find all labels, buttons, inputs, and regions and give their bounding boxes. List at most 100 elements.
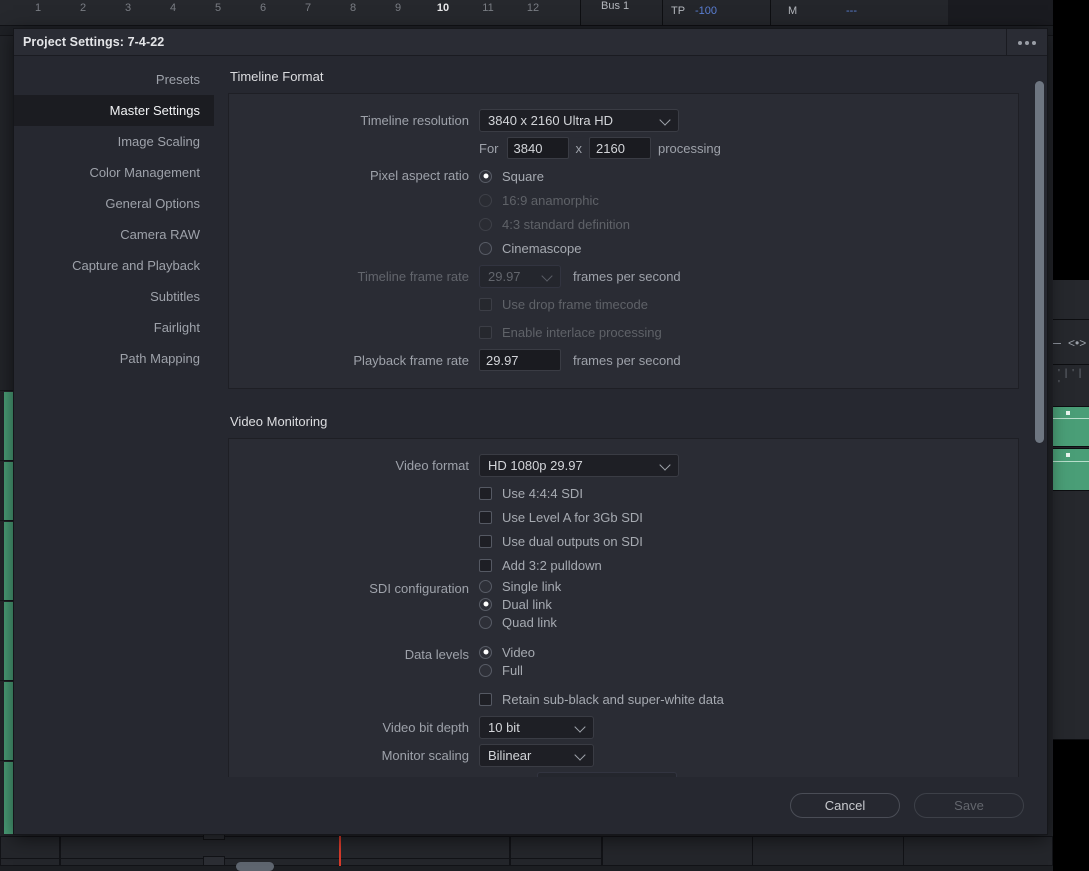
dialog-footer: Cancel Save (14, 777, 1047, 834)
sidebar-item-capture-and-playback[interactable]: Capture and Playback (14, 250, 214, 281)
playback-frame-rate-input[interactable]: 29.97 (479, 349, 561, 371)
radio-icon[interactable] (479, 169, 492, 183)
checkbox-icon[interactable] (479, 325, 492, 339)
enable-interlace-processing-checkbox-row[interactable]: Enable interlace processing (479, 325, 662, 340)
sidebar-item-camera-raw[interactable]: Camera RAW (14, 219, 214, 250)
video-bit-depth-dropdown[interactable]: 10 bit (479, 715, 594, 739)
radio-icon[interactable] (479, 663, 492, 677)
sidebar-item-presets[interactable]: Presets (14, 64, 214, 95)
data-levels-option-video[interactable]: Video (479, 643, 535, 661)
timeline-frame-rate-dropdown[interactable]: 29.97 (479, 264, 561, 288)
use-dual-outputs-sdi-checkbox-row[interactable]: Use dual outputs on SDI (479, 534, 643, 549)
x-label: x (575, 140, 583, 156)
checkbox-icon[interactable] (479, 558, 492, 572)
audio-clip[interactable] (4, 522, 13, 600)
radio-icon[interactable] (479, 217, 492, 231)
sdi-option-quad-link[interactable]: Quad link (479, 613, 561, 631)
section-title-timeline-format: Timeline Format (230, 69, 324, 84)
audio-clip[interactable] (1053, 449, 1089, 491)
audio-clip[interactable] (4, 462, 13, 520)
timeline-ruler[interactable]: 1 2 3 4 5 6 7 8 9 10 11 12 (0, 0, 580, 26)
sdi-option-dual-link[interactable]: Dual link (479, 595, 561, 613)
frames-per-second-label: frames per second (573, 268, 681, 284)
track-head[interactable] (0, 836, 60, 866)
timeline-resolution-dropdown[interactable]: 3840 x 2160 Ultra HD (479, 108, 679, 132)
checkbox-icon[interactable] (479, 510, 492, 524)
radio-icon[interactable] (479, 615, 492, 629)
monitor-scaling-label: Monitor scaling (381, 747, 469, 763)
mixer-strip-bus1[interactable]: Bus 1 (580, 0, 662, 26)
timeline-lane[interactable] (602, 836, 1053, 866)
timeline-resolution-label: Timeline resolution (360, 112, 469, 128)
track-panel[interactable] (1053, 491, 1089, 740)
pixel-aspect-option-square[interactable]: Square (479, 164, 630, 188)
sidebar-item-fairlight[interactable]: Fairlight (14, 312, 214, 343)
track-body[interactable] (60, 836, 510, 866)
audio-clip[interactable] (1053, 407, 1089, 447)
matrix-value: Rec.601 (546, 776, 649, 778)
sidebar-item-subtitles[interactable]: Subtitles (14, 281, 214, 312)
option-label: Single link (502, 578, 562, 594)
checkbox-icon[interactable] (479, 486, 492, 500)
retain-sub-black-checkbox-row[interactable]: Retain sub-black and super-white data (479, 692, 724, 707)
checkbox-icon[interactable] (479, 692, 492, 706)
cancel-button[interactable]: Cancel (790, 793, 900, 818)
track-controls[interactable] (510, 836, 602, 866)
ruler-tick: 2 (79, 2, 87, 14)
monitor-scaling-dropdown[interactable]: Bilinear (479, 743, 594, 767)
sdi-option-single-link[interactable]: Single link (479, 577, 561, 595)
pixel-aspect-option-cinemascope[interactable]: Cinemascope (479, 236, 630, 260)
video-bit-depth-label: Video bit depth (382, 719, 470, 735)
dialog-titlebar[interactable]: Project Settings: 7-4-22 (14, 29, 1047, 56)
for-label: For (479, 140, 499, 156)
mixer-strip-m[interactable]: M --- (770, 0, 948, 26)
mixer-label: TP (671, 5, 686, 17)
use-444-sdi-checkbox-row[interactable]: Use 4:4:4 SDI (479, 486, 583, 501)
horizontal-scrollbar-thumb[interactable] (236, 862, 274, 871)
timeline-width-input[interactable]: 3840 (506, 137, 569, 159)
use-drop-frame-timecode-checkbox-row[interactable]: Use drop frame timecode (479, 297, 648, 312)
ruler-tick: 4 (169, 2, 177, 14)
track-toggle[interactable] (203, 856, 225, 866)
radio-icon[interactable] (479, 597, 492, 611)
checkbox-icon[interactable] (479, 534, 492, 548)
pixel-aspect-option-16-9-anamorphic[interactable]: 16:9 anamorphic (479, 188, 630, 212)
mixer-strip-tp[interactable]: TP -100 (662, 0, 770, 26)
video-bit-depth-value: 10 bit (488, 719, 520, 735)
pixel-aspect-option-4-3-standard-definition[interactable]: 4:3 standard definition (479, 212, 630, 236)
sidebar-item-image-scaling[interactable]: Image Scaling (14, 126, 214, 157)
timeline-height-input[interactable]: 2160 (589, 137, 651, 159)
ellipsis-icon[interactable] (1006, 29, 1047, 56)
settings-scrollbar-thumb[interactable] (1035, 81, 1044, 443)
data-levels-option-full[interactable]: Full (479, 661, 535, 679)
radio-icon[interactable] (479, 579, 492, 593)
checkbox-icon[interactable] (479, 776, 492, 777)
sidebar-item-path-mapping[interactable]: Path Mapping (14, 343, 214, 374)
radio-icon[interactable] (479, 645, 492, 659)
radio-icon[interactable] (479, 193, 492, 207)
data-levels-label: Data levels (404, 647, 469, 662)
screen: 1 2 3 4 5 6 7 8 9 10 11 12 Bus 1 TP -100… (0, 0, 1089, 871)
ruler-tick: 7 (304, 2, 312, 14)
save-button[interactable]: Save (914, 793, 1024, 818)
sidebar-item-general-options[interactable]: General Options (14, 188, 214, 219)
settings-scrollbar[interactable] (1034, 81, 1045, 443)
chevron-down-icon (543, 272, 552, 281)
sidebar-item-master-settings[interactable]: Master Settings (14, 95, 214, 126)
video-format-dropdown[interactable]: HD 1080p 29.97 (479, 453, 679, 477)
sidebar-item-color-management[interactable]: Color Management (14, 157, 214, 188)
section-title-video-monitoring: Video Monitoring (230, 414, 328, 429)
radio-icon[interactable] (479, 241, 492, 255)
matrix-suffix-label: matrix for 4:2:2 SDI output (691, 776, 843, 778)
audio-clip[interactable] (4, 762, 13, 834)
ruler-tick: 5 (214, 2, 222, 14)
audio-clip[interactable] (4, 602, 13, 680)
playhead[interactable] (339, 836, 341, 866)
matrix-dropdown[interactable]: Rec.601 (537, 771, 678, 778)
audio-clip[interactable] (4, 682, 13, 760)
use-level-a-3gb-sdi-checkbox-row[interactable]: Use Level A for 3Gb SDI (479, 510, 643, 525)
checkbox-icon[interactable] (479, 297, 492, 311)
audio-clip[interactable] (4, 392, 13, 460)
track-panel[interactable] (1053, 280, 1089, 320)
add-32-pulldown-checkbox-row[interactable]: Add 3:2 pulldown (479, 558, 602, 573)
